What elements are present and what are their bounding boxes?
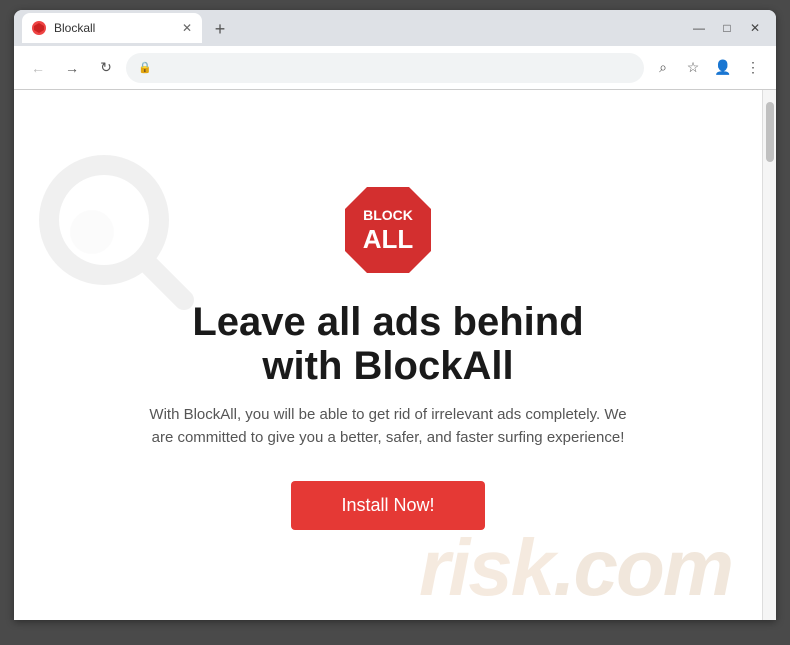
tab-favicon bbox=[32, 21, 46, 35]
page-inner: BLOCK ALL Leave all ads behind with Bloc… bbox=[118, 160, 658, 550]
blockall-logo: BLOCK ALL bbox=[338, 180, 438, 280]
scrollbar-track[interactable] bbox=[762, 90, 776, 620]
svg-text:ALL: ALL bbox=[363, 224, 414, 254]
forward-button[interactable]: → bbox=[58, 54, 86, 82]
scrollbar-thumb[interactable] bbox=[766, 102, 774, 162]
sub-text: With BlockAll, you will be able to get r… bbox=[138, 404, 638, 449]
navigation-bar: ← → ↻ 🔒 ⌕ ☆ 👤 ⋮ bbox=[14, 46, 776, 90]
main-heading: Leave all ads behind with BlockAll bbox=[192, 300, 583, 388]
address-bar[interactable]: 🔒 bbox=[126, 53, 644, 83]
heading-line1: Leave all ads behind bbox=[192, 300, 583, 344]
menu-icon[interactable]: ⋮ bbox=[740, 55, 766, 81]
back-button[interactable]: ← bbox=[24, 54, 52, 82]
page-area: risk.com BLOCK ALL Leave all ads behind … bbox=[14, 90, 776, 620]
tab-title: Blockall bbox=[54, 21, 95, 35]
nav-actions: ⌕ ☆ 👤 ⋮ bbox=[650, 55, 766, 81]
title-bar: Blockall ✕ + — □ ✕ bbox=[14, 10, 776, 46]
new-tab-button[interactable]: + bbox=[206, 15, 234, 43]
close-button[interactable]: ✕ bbox=[742, 18, 768, 38]
tab-bar: Blockall ✕ + bbox=[22, 13, 678, 43]
browser-window: Blockall ✕ + — □ ✕ ← → ↻ 🔒 ⌕ ☆ 👤 ⋮ bbox=[14, 10, 776, 620]
refresh-button[interactable]: ↻ bbox=[92, 54, 120, 82]
svg-text:BLOCK: BLOCK bbox=[363, 207, 413, 223]
lock-icon: 🔒 bbox=[138, 61, 152, 74]
install-now-button[interactable]: Install Now! bbox=[291, 481, 484, 530]
maximize-button[interactable]: □ bbox=[714, 18, 740, 38]
active-tab[interactable]: Blockall ✕ bbox=[22, 13, 202, 43]
page-content: risk.com BLOCK ALL Leave all ads behind … bbox=[14, 90, 762, 620]
tab-close-button[interactable]: ✕ bbox=[182, 21, 192, 35]
search-icon[interactable]: ⌕ bbox=[650, 55, 676, 81]
bookmark-icon[interactable]: ☆ bbox=[680, 55, 706, 81]
heading-line2: with BlockAll bbox=[262, 344, 513, 388]
profile-icon[interactable]: 👤 bbox=[710, 55, 736, 81]
minimize-button[interactable]: — bbox=[686, 18, 712, 38]
window-controls: — □ ✕ bbox=[686, 18, 768, 38]
